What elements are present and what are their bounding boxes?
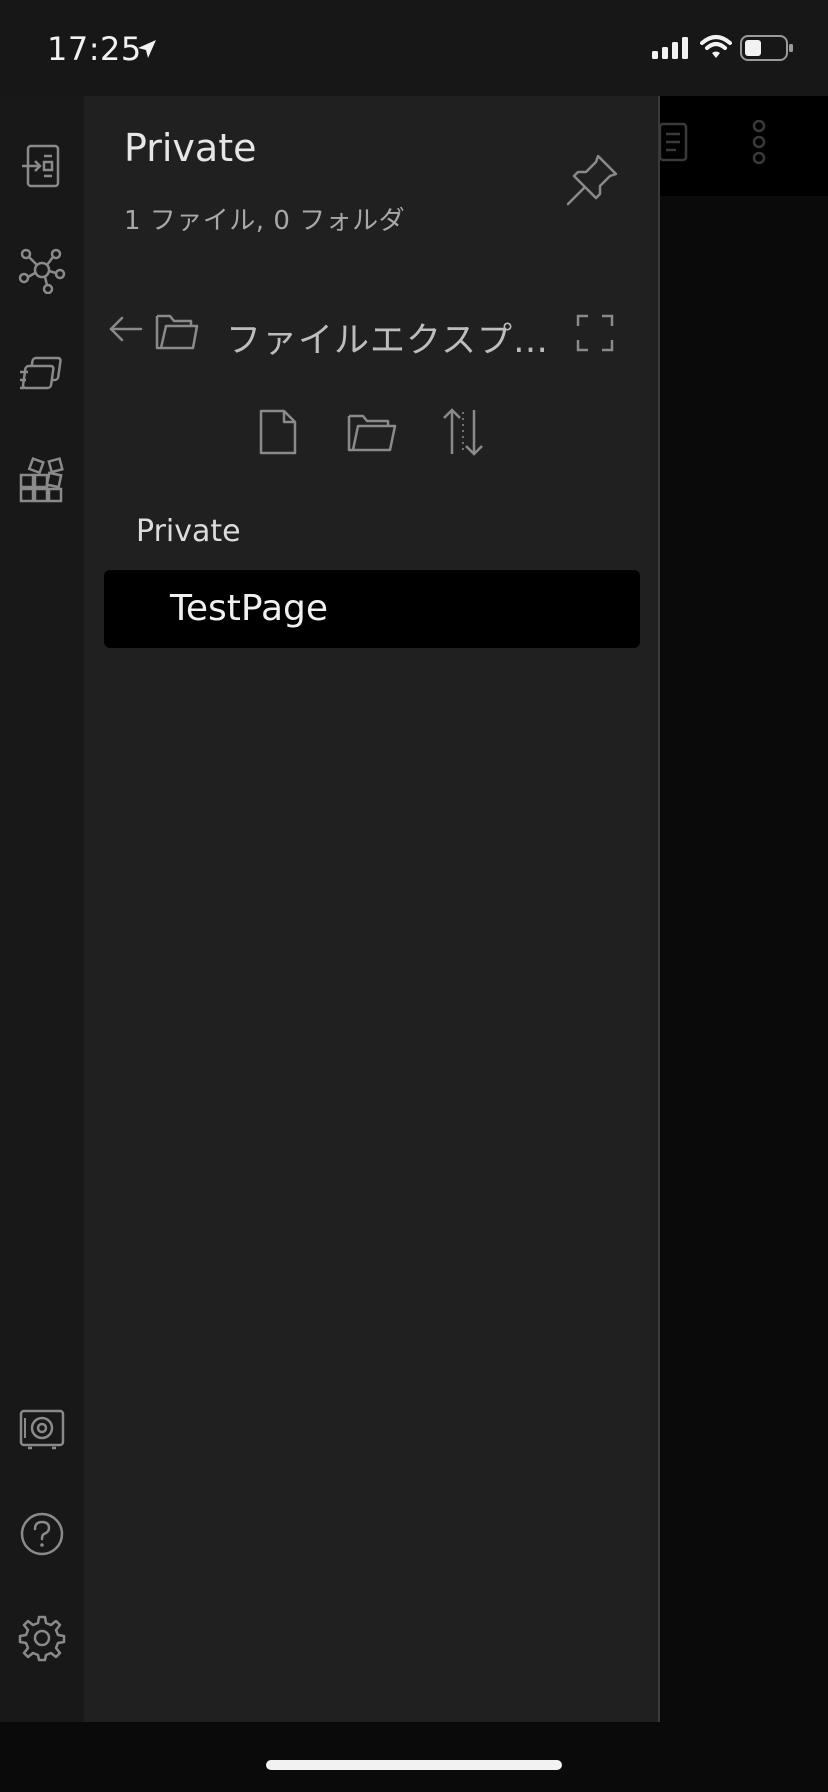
- ribbon: [0, 96, 84, 1722]
- location-arrow-icon: [136, 38, 158, 60]
- settings-icon[interactable]: [18, 1614, 66, 1662]
- vault-name[interactable]: Private: [124, 126, 256, 170]
- graph-view-icon[interactable]: [18, 246, 66, 294]
- slides-icon[interactable]: [18, 350, 66, 398]
- cellular-signal-icon: [652, 36, 690, 60]
- arrow-left-icon[interactable]: [108, 314, 144, 344]
- view-title: ファイルエクスプローラ: [226, 321, 554, 361]
- vault-stats: 1 ファイル, 0 フォルダ: [124, 206, 406, 236]
- battery-icon: [740, 35, 794, 61]
- status-bar: 17:25: [0, 0, 828, 96]
- more-options-icon[interactable]: [751, 120, 767, 164]
- wifi-icon: [700, 34, 732, 60]
- open-quick-switcher-icon[interactable]: [18, 142, 66, 190]
- help-icon[interactable]: [18, 1510, 66, 1558]
- editor-pane[interactable]: [660, 96, 828, 1722]
- app-root: 17:25 Private 1 ファイル, 0 フォルダ ファイルエクスプロ P…: [0, 0, 828, 1792]
- file-explorer-drawer: Private 1 ファイル, 0 フォルダ ファイルエクスプローラ: [84, 96, 660, 1722]
- tree-file-label: TestPage: [170, 588, 329, 629]
- new-note-icon[interactable]: [258, 408, 298, 456]
- new-folder-icon[interactable]: [346, 410, 398, 454]
- vault-switch-icon[interactable]: [18, 1404, 66, 1452]
- home-indicator[interactable]: [266, 1760, 562, 1770]
- tree-root-folder[interactable]: Private: [136, 514, 241, 549]
- plugins-icon[interactable]: [18, 456, 66, 504]
- pin-icon[interactable]: [564, 152, 620, 208]
- sort-icon[interactable]: [440, 406, 486, 458]
- tree-file-item[interactable]: TestPage: [104, 570, 640, 648]
- reading-view-icon[interactable]: [658, 122, 688, 162]
- folder-icon: [154, 310, 200, 352]
- expand-icon[interactable]: [576, 314, 614, 352]
- status-time: 17:25: [47, 30, 142, 68]
